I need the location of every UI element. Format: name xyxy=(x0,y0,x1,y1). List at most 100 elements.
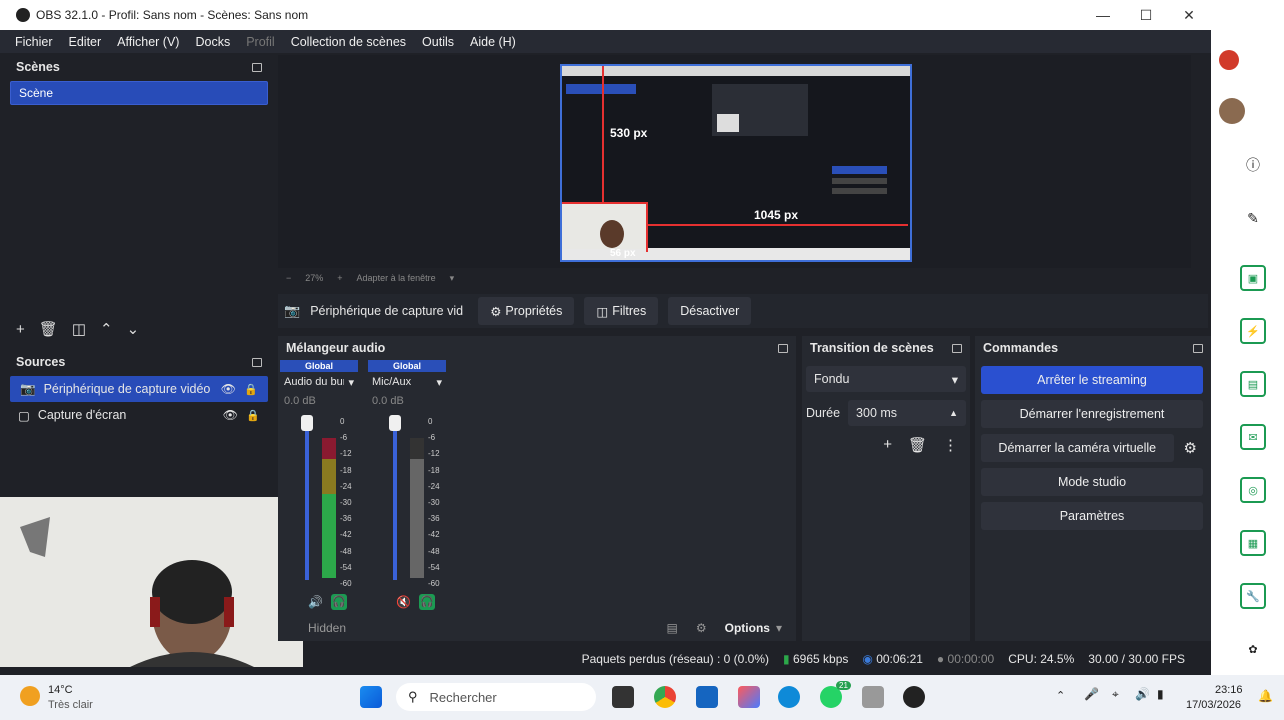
chrome-icon[interactable] xyxy=(654,686,676,708)
visibility-eye-icon[interactable]: 👁 xyxy=(223,408,238,422)
studio-mode-button[interactable]: Mode studio xyxy=(981,468,1203,496)
undock-icon[interactable] xyxy=(252,62,262,72)
document-icon[interactable]: ▤ xyxy=(1240,371,1266,397)
start-virtual-camera-button[interactable]: Démarrer la caméra virtuelle xyxy=(981,434,1174,462)
options-button[interactable]: Options xyxy=(725,621,770,635)
layout-icon[interactable]: ▦ xyxy=(1240,530,1266,556)
obs-taskbar-icon[interactable] xyxy=(903,686,925,708)
battery-icon[interactable]: ▮ xyxy=(1157,687,1164,701)
bitrate: 6965 kbps xyxy=(792,652,849,666)
store-icon[interactable] xyxy=(696,686,718,708)
maximize-button[interactable]: ☐ xyxy=(1124,0,1168,30)
task-view-icon[interactable] xyxy=(612,686,634,708)
add-transition-icon[interactable]: + xyxy=(883,436,892,454)
settings-button[interactable]: Paramètres xyxy=(981,502,1203,530)
chat-icon[interactable]: ✉ xyxy=(1240,424,1266,450)
headphones-icon[interactable]: 🎧 xyxy=(330,594,347,610)
channel-menu-icon[interactable]: ▾ xyxy=(348,376,354,389)
menu-docks[interactable]: Docks xyxy=(187,35,238,49)
add-scene-icon[interactable]: + xyxy=(16,321,25,338)
fit-window[interactable]: Adapter à la fenêtre xyxy=(357,273,436,283)
fader-knob[interactable] xyxy=(301,415,313,431)
disable-button[interactable]: Désactiver xyxy=(668,297,752,325)
taskbar-search[interactable]: ⚲ Rechercher xyxy=(396,683,596,711)
speaker-icon[interactable]: 🔊 xyxy=(308,595,323,609)
weather-icon[interactable] xyxy=(20,686,40,706)
volume-fader[interactable] xyxy=(393,420,397,580)
scene-item[interactable]: Scène xyxy=(10,81,268,105)
info-icon[interactable]: ⓘ xyxy=(1240,152,1266,178)
advanced-audio-icon[interactable]: ⚙ xyxy=(696,621,707,635)
lightning-icon[interactable]: ⚡ xyxy=(1240,318,1266,344)
program-preview[interactable]: 530 px 1045 px 56 px xyxy=(560,64,912,262)
zoom-in-icon[interactable]: + xyxy=(337,273,342,283)
stop-streaming-button[interactable]: Arrêter le streaming xyxy=(981,366,1203,394)
guide-label-bottom: 56 px xyxy=(610,248,636,259)
commands-title: Commandes xyxy=(983,341,1059,355)
menu-editer[interactable]: Editer xyxy=(61,35,110,49)
layout-toggle-icon[interactable]: ▤ xyxy=(667,621,678,635)
options-dropdown-icon[interactable]: ▾ xyxy=(776,621,782,635)
transition-type: Fondu xyxy=(814,372,850,386)
wrench-icon[interactable]: 🔧 xyxy=(1240,583,1266,609)
screenshot-icon[interactable]: ▣ xyxy=(1240,265,1266,291)
undock-icon[interactable] xyxy=(952,343,962,353)
virtual-camera-settings-icon[interactable]: ⚙ xyxy=(1178,439,1203,457)
menu-collection[interactable]: Collection de scènes xyxy=(283,35,414,49)
transition-select[interactable]: Fondu ▾ xyxy=(806,366,966,392)
duration-value: 300 ms xyxy=(856,406,898,420)
menu-outils[interactable]: Outils xyxy=(414,35,462,49)
zoom-out-icon[interactable]: − xyxy=(286,273,291,283)
move-down-icon[interactable]: ⌄ xyxy=(127,320,140,338)
edge-icon[interactable] xyxy=(778,686,800,708)
undock-icon[interactable] xyxy=(1193,343,1203,353)
microphone-icon[interactable]: 🎤 xyxy=(1084,687,1099,701)
undock-icon[interactable] xyxy=(252,357,262,367)
avatar[interactable] xyxy=(1219,98,1245,124)
record-icon: ● xyxy=(936,652,945,666)
source-row[interactable]: 📷 Périphérique de capture vidéo 👁 🔒 xyxy=(10,376,268,402)
menu-fichier[interactable]: Fichier xyxy=(7,35,61,49)
start-icon[interactable] xyxy=(360,686,382,708)
close-button[interactable]: ✕ xyxy=(1167,0,1211,30)
wifi-icon[interactable]: ⌖ xyxy=(1112,687,1119,702)
visibility-eye-icon[interactable]: 👁 xyxy=(221,382,236,396)
search-placeholder: Rechercher xyxy=(429,689,497,705)
spinner-icon[interactable]: ▲ xyxy=(949,408,958,418)
headphones-icon[interactable]: 🎧 xyxy=(418,594,435,610)
start-recording-button[interactable]: Démarrer l'enregistrement xyxy=(981,400,1203,428)
palette-icon[interactable]: ✿ xyxy=(1240,636,1266,662)
pencil-icon[interactable]: ✎ xyxy=(1240,205,1266,231)
broadcast-icon[interactable]: ◎ xyxy=(1240,477,1266,503)
properties-button[interactable]: ⚙ Propriétés xyxy=(478,297,575,325)
notifications-icon[interactable]: 🔔 xyxy=(1258,689,1273,703)
app-icon[interactable] xyxy=(862,686,884,708)
delete-scene-icon[interactable]: 🗑 xyxy=(39,320,58,338)
source-row[interactable]: ▢ Capture d'écran 👁 🔒 xyxy=(8,402,270,428)
extension-icon[interactable] xyxy=(1219,50,1239,70)
menu-aide[interactable]: Aide (H) xyxy=(462,35,524,49)
more-menu-icon[interactable]: ⋮ xyxy=(943,436,958,454)
fit-dropdown-icon[interactable]: ▾ xyxy=(450,273,455,284)
channel-global: Global xyxy=(280,360,358,372)
muted-speaker-icon[interactable]: 🔇 xyxy=(396,595,411,609)
volume-fader[interactable] xyxy=(305,420,309,580)
copilot-icon[interactable] xyxy=(738,686,760,708)
menu-profil[interactable]: Profil xyxy=(238,35,282,49)
minimize-button[interactable]: — xyxy=(1081,0,1125,30)
fader-knob[interactable] xyxy=(389,415,401,431)
move-up-icon[interactable]: ⌃ xyxy=(100,320,113,338)
duration-spinbox[interactable]: 300 ms ▲ xyxy=(848,400,966,426)
filters-button[interactable]: ◫ Filtres xyxy=(584,297,659,325)
delete-transition-icon[interactable]: 🗑 xyxy=(908,436,927,454)
lock-icon[interactable]: 🔒 xyxy=(244,383,258,396)
chevron-up-icon[interactable]: ⌃ xyxy=(1056,689,1065,702)
undock-icon[interactable] xyxy=(778,343,788,353)
filter-scene-icon[interactable]: ◫ xyxy=(72,320,86,338)
browser-side-panel: ⓘ ✎ ▣ ⚡ ▤ ✉ ◎ ▦ 🔧 ✿ xyxy=(1211,0,1284,675)
volume-icon[interactable]: 🔊 xyxy=(1135,687,1150,701)
clock-time: 23:16 xyxy=(1215,684,1243,696)
lock-icon[interactable]: 🔒 xyxy=(246,409,260,422)
menu-afficher[interactable]: Afficher (V) xyxy=(109,35,187,49)
channel-menu-icon[interactable]: ▾ xyxy=(436,376,442,389)
